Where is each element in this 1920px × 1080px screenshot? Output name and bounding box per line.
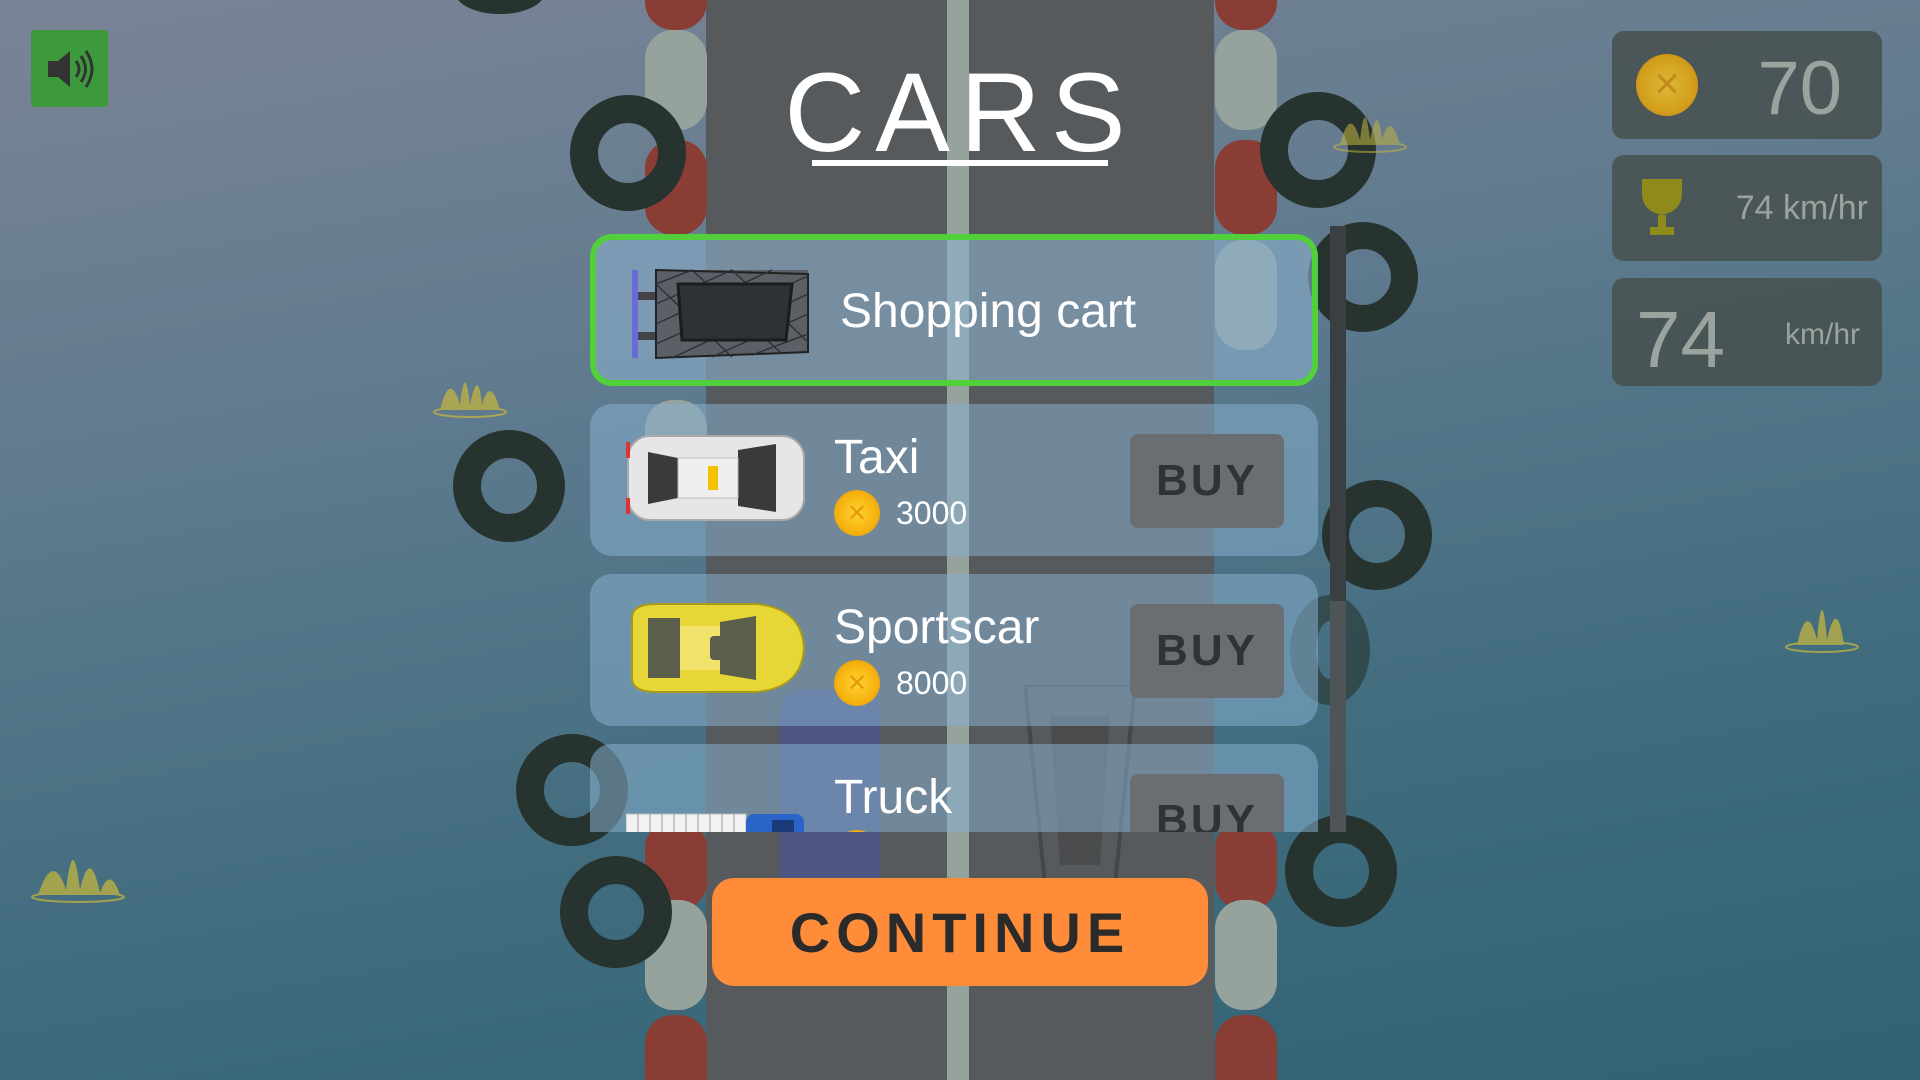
coins-panel: ✕ 70: [1612, 31, 1882, 139]
car-card-truck[interactable]: Truck ✕ BUY: [590, 744, 1318, 832]
car-name: Sportscar: [834, 601, 1040, 654]
car-name: Shopping cart: [840, 285, 1137, 338]
curb-right: [1215, 820, 1277, 910]
coin-icon: ✕: [834, 490, 880, 536]
curb-left: [645, 1015, 707, 1080]
truck-icon: [626, 813, 804, 832]
curb-left: [645, 0, 707, 30]
best-speed-panel: 74 km/hr: [1612, 155, 1882, 261]
tire-obstacle: [453, 430, 565, 542]
curb-right: [1215, 1015, 1277, 1080]
speed-panel: 74 km/hr: [1612, 278, 1882, 386]
speed-unit: km/hr: [1785, 318, 1860, 351]
car-card-sportscar[interactable]: Sportscar ✕ 8000 BUY: [590, 574, 1318, 726]
title-underline: [812, 160, 1108, 166]
buy-button[interactable]: BUY: [1130, 434, 1284, 528]
price-value: 3000: [896, 494, 968, 531]
car-card-shopping-cart[interactable]: Shopping cart: [590, 234, 1318, 386]
car-list[interactable]: Shopping cart Taxi ✕ 3000 BUY Sportscar: [588, 234, 1318, 832]
buy-button[interactable]: BUY: [1130, 604, 1284, 698]
grass-decoration: [28, 825, 128, 916]
coin-icon: ✕: [834, 660, 880, 706]
scrollbar-thumb[interactable]: [1330, 226, 1346, 601]
buy-button[interactable]: BUY: [1130, 774, 1284, 832]
taxi-icon: [626, 435, 805, 521]
sportscar-icon: [631, 603, 806, 693]
coin-icon: ✕: [1636, 54, 1698, 116]
tire-obstacle: [560, 856, 672, 968]
sound-toggle-button[interactable]: [31, 30, 108, 107]
tire-obstacle: [455, 0, 545, 14]
car-name: Truck: [834, 771, 953, 824]
car-name: Taxi: [834, 431, 920, 484]
curb-right: [1215, 30, 1277, 130]
price: ✕: [834, 830, 880, 832]
coin-count: 70: [1757, 46, 1842, 131]
price: ✕ 3000: [834, 490, 967, 536]
grass-decoration: [1782, 575, 1862, 666]
grass-decoration: [430, 350, 510, 431]
price-value: 8000: [896, 664, 968, 701]
trophy-icon: [1642, 179, 1682, 235]
curb-right: [1215, 0, 1277, 30]
best-speed: 74 km/hr: [1735, 189, 1868, 227]
page-title: CARS: [784, 50, 1136, 175]
speaker-icon: [47, 49, 93, 88]
curb-right: [1215, 900, 1277, 1010]
continue-button[interactable]: CONTINUE: [712, 878, 1208, 986]
grass-decoration: [1330, 85, 1410, 166]
car-card-taxi[interactable]: Taxi ✕ 3000 BUY: [590, 404, 1318, 556]
shopping-cart-icon: [632, 268, 809, 360]
speed-value: 74: [1636, 295, 1725, 384]
tire-obstacle: [1308, 222, 1418, 332]
coin-icon: ✕: [834, 830, 880, 832]
tire-obstacle: [570, 95, 686, 211]
price: ✕ 8000: [834, 660, 967, 706]
list-scrollbar[interactable]: [1330, 226, 1346, 832]
